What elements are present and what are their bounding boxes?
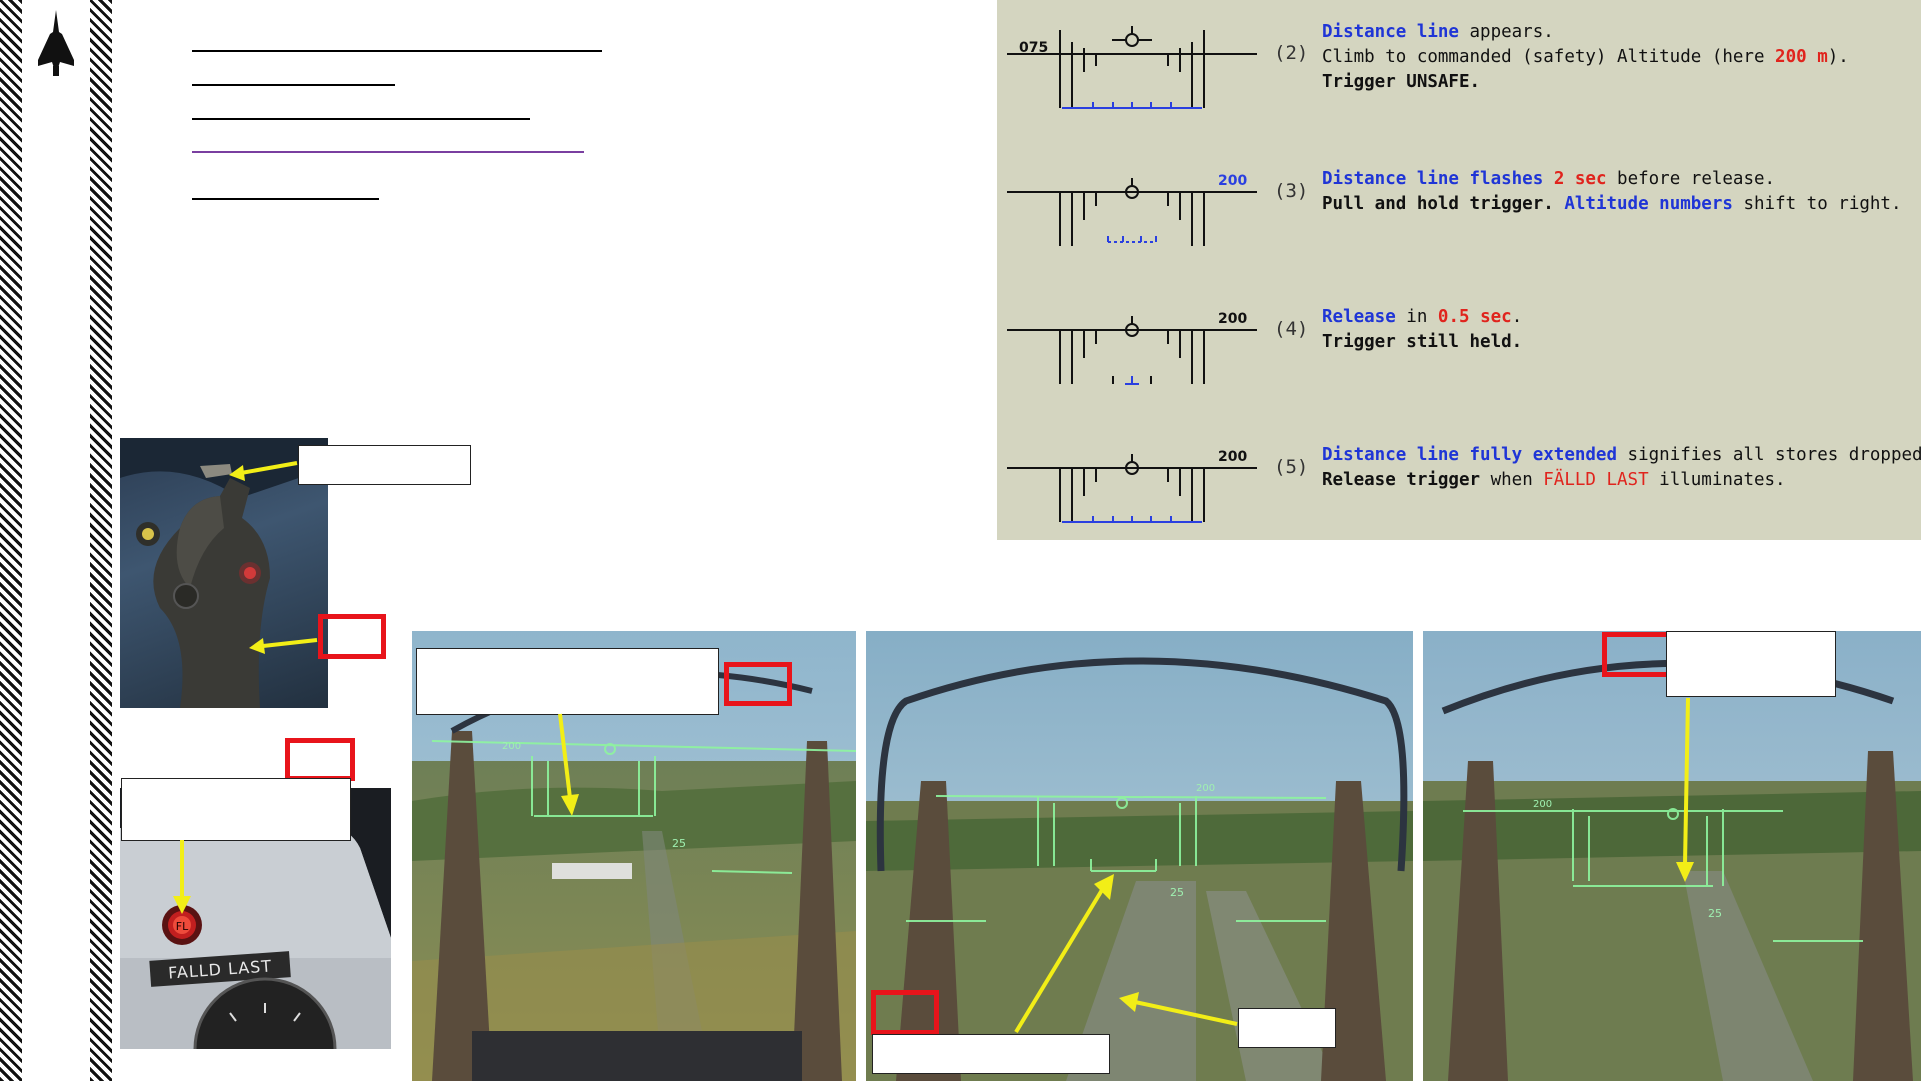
callout-arrow bbox=[249, 638, 318, 654]
step-line: Trigger still held. bbox=[1322, 330, 1522, 355]
text-run: 2 sec bbox=[1553, 169, 1607, 189]
text-run: Pull and hold trigger. bbox=[1322, 194, 1554, 214]
hud-altitude: 200 bbox=[502, 741, 521, 752]
step-line: Release trigger when FÄLLD LAST illumina… bbox=[1322, 468, 1921, 493]
text-run: shift to right. bbox=[1732, 194, 1902, 214]
hud-altitude: 200 bbox=[1533, 799, 1552, 810]
sequence-step-3: 200 (3) Distance line flashes 2 sec befo… bbox=[997, 150, 1921, 270]
sequence-step-2: 075 (2) Distance line appears. Climb to c… bbox=[997, 12, 1921, 132]
callout-step-box bbox=[724, 662, 792, 706]
text-run: Trigger UNSAFE. bbox=[1322, 72, 1481, 92]
step-number: (3) bbox=[1274, 180, 1309, 202]
altitude-label: 200 bbox=[1218, 311, 1247, 327]
hud-symbol-step-2: 075 bbox=[1007, 26, 1257, 109]
hud-symbol-step-4: 200 bbox=[1007, 311, 1257, 385]
hud-altitude: 200 bbox=[1196, 783, 1215, 794]
callout-label-box bbox=[1666, 631, 1836, 697]
callout-label-box bbox=[416, 648, 719, 715]
callout-label-box bbox=[872, 1034, 1110, 1074]
text-run: ). bbox=[1827, 47, 1849, 67]
callout-label-box bbox=[121, 778, 351, 841]
step-line: Distance line flashes 2 sec before relea… bbox=[1322, 167, 1902, 192]
title-line bbox=[192, 151, 584, 153]
callout-step-box bbox=[285, 738, 355, 781]
altitude-label: 075 bbox=[1019, 40, 1048, 56]
sequence-step-5: 200 (5) Distance line fully extended sig… bbox=[997, 426, 1921, 546]
title-line bbox=[192, 50, 602, 52]
altitude-label: 200 bbox=[1218, 173, 1247, 189]
text-run: 0.5 sec bbox=[1437, 307, 1512, 327]
left-hatch-bar bbox=[0, 0, 22, 1081]
hud-runway: 25 bbox=[672, 837, 686, 850]
text-run bbox=[1554, 194, 1565, 214]
callout-arrow bbox=[558, 713, 579, 816]
callout-arrow bbox=[229, 461, 298, 481]
text-run: before release. bbox=[1606, 169, 1776, 189]
inner-hatch-bar bbox=[90, 0, 112, 1081]
callout-step-box bbox=[1602, 632, 1672, 677]
text-run: 200 m bbox=[1775, 47, 1828, 67]
text-run bbox=[1543, 169, 1554, 189]
title-line bbox=[192, 84, 395, 86]
step-number: (4) bbox=[1274, 318, 1309, 340]
callout-arrow bbox=[1119, 992, 1238, 1026]
release-sequence-panel: 075 (2) Distance line appears. Climb to c… bbox=[997, 0, 1921, 540]
callout-arrow bbox=[1676, 697, 1694, 882]
title-line bbox=[192, 198, 379, 200]
step-line: Trigger UNSAFE. bbox=[1322, 70, 1849, 95]
text-run: Distance line bbox=[1322, 22, 1459, 42]
text-run: FÄLLD LAST bbox=[1543, 470, 1649, 490]
step-text: Distance line appears. Climb to commanded… bbox=[1322, 20, 1849, 95]
step-text: Distance line flashes 2 sec before relea… bbox=[1322, 167, 1902, 217]
callout-label-box bbox=[1238, 1008, 1336, 1048]
step-line: Climb to commanded (safety) Altitude (he… bbox=[1322, 45, 1849, 70]
step-number: (5) bbox=[1274, 456, 1309, 478]
altitude-label: 200 bbox=[1218, 449, 1247, 465]
text-run: . bbox=[1511, 307, 1523, 327]
hud-symbol-step-5: 200 bbox=[1007, 449, 1257, 523]
callout-arrow bbox=[1014, 874, 1114, 1034]
callout-label-box bbox=[298, 445, 471, 485]
callout-step-box bbox=[871, 990, 939, 1035]
step-text: Distance line fully extended signifies a… bbox=[1322, 443, 1921, 493]
hud-runway: 25 bbox=[1170, 886, 1184, 899]
callout-step-box bbox=[318, 614, 386, 659]
text-run: Climb to commanded (safety) Altitude (he… bbox=[1322, 47, 1776, 67]
text-run: Distance line flashes bbox=[1322, 169, 1544, 189]
text-run: signifies all stores dropped. bbox=[1617, 445, 1921, 465]
callout-arrow bbox=[173, 840, 191, 914]
text-run: appears. bbox=[1458, 22, 1554, 42]
step-line: Distance line fully extended signifies a… bbox=[1322, 443, 1921, 468]
hud-view-3: 200 25 bbox=[1423, 631, 1921, 1081]
text-run: when bbox=[1480, 470, 1544, 490]
aircraft-logo-icon bbox=[32, 10, 80, 76]
step-line: Pull and hold trigger. Altitude numbers … bbox=[1322, 192, 1902, 217]
hud-runway: 25 bbox=[1708, 907, 1722, 920]
step-number: (2) bbox=[1274, 42, 1309, 64]
step-text: Release in 0.5 sec. Trigger still held. bbox=[1322, 305, 1522, 355]
sequence-step-4: 200 (4) Release in 0.5 sec. Trigger still… bbox=[997, 288, 1921, 408]
lamp-text: FL bbox=[176, 920, 189, 933]
text-run: illuminates. bbox=[1648, 470, 1786, 490]
text-run: in bbox=[1395, 307, 1438, 327]
step-line: Release in 0.5 sec. bbox=[1322, 305, 1522, 330]
text-run: Distance line fully extended bbox=[1322, 445, 1618, 465]
text-run: Release bbox=[1322, 307, 1396, 327]
text-run: Trigger still held. bbox=[1322, 332, 1523, 352]
title-line bbox=[192, 118, 530, 120]
text-run: Release trigger bbox=[1322, 470, 1481, 490]
hud-symbol-step-3: 200 bbox=[1007, 173, 1257, 246]
text-run: Altitude numbers bbox=[1564, 194, 1733, 214]
step-line: Distance line appears. bbox=[1322, 20, 1849, 45]
